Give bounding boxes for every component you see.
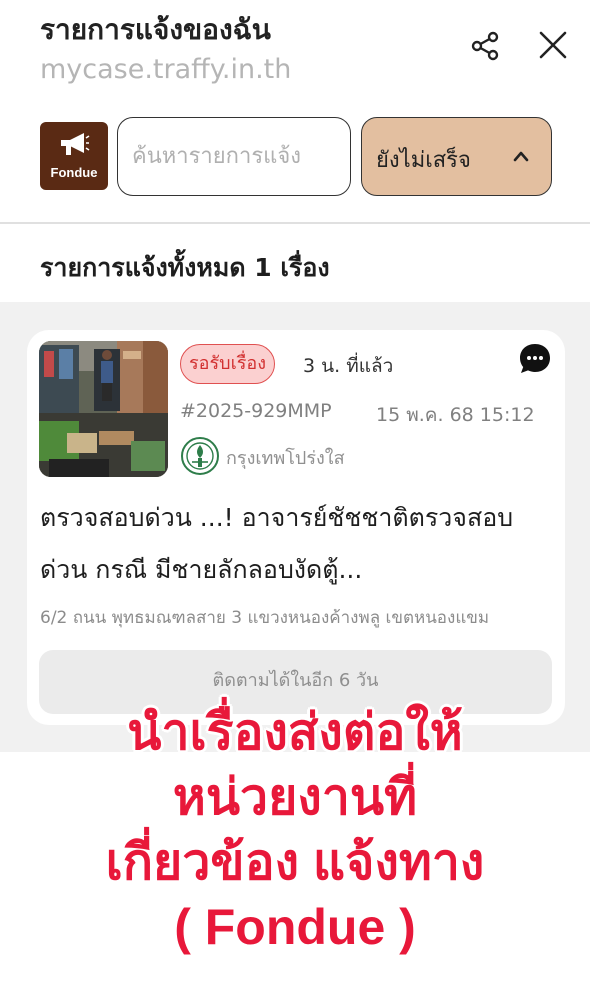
- case-card[interactable]: รอรับเรื่อง 3 น. ที่แล้ว #2025-929MMP 15…: [27, 330, 565, 725]
- overlay-line-1: นำเรื่องส่งต่อให้: [127, 704, 463, 760]
- header-divider: [0, 222, 590, 224]
- overlay-line-3: เกี่ยวข้อง แจ้งทาง: [105, 834, 485, 890]
- case-id: #2025-929MMP: [180, 400, 332, 422]
- chevron-up-icon: [512, 148, 530, 167]
- page-url: mycase.traffy.in.th: [40, 54, 292, 85]
- logo-label: Fondue: [50, 165, 98, 180]
- case-count-heading: รายการแจ้งทั้งหมด 1 เรื่อง: [40, 253, 330, 282]
- search-box[interactable]: [117, 117, 351, 196]
- megaphone-icon: [61, 133, 90, 155]
- close-icon[interactable]: [534, 26, 572, 64]
- bangkok-seal-icon: [180, 436, 220, 476]
- overlay-line-2: หน่วยงานที่: [172, 769, 418, 825]
- app-header: รายการแจ้งของฉัน mycase.traffy.in.th Fon…: [0, 0, 590, 222]
- page-title: รายการแจ้งของฉัน: [40, 13, 271, 46]
- search-input[interactable]: [118, 118, 350, 195]
- chat-bubble-icon[interactable]: [518, 342, 552, 376]
- fondue-logo[interactable]: Fondue: [40, 122, 108, 190]
- overlay-line-4: ( Fondue ): [174, 899, 416, 955]
- case-photo[interactable]: [39, 341, 168, 477]
- status-filter-dropdown[interactable]: ยังไม่เสร็จ: [361, 117, 552, 196]
- share-icon[interactable]: [468, 28, 504, 64]
- agency-name: กรุงเทพโปร่งใส: [226, 448, 345, 469]
- case-address: 6/2 ถนน พุทธมณฑลสาย 3 แขวงหนองค้างพลู เข…: [40, 608, 490, 628]
- overlay-caption: นำเรื่องส่งต่อให้ หน่วยงานที่ เกี่ยวข้อง…: [60, 700, 530, 960]
- status-badge: รอรับเรื่อง: [180, 344, 275, 384]
- case-date: 15 พ.ค. 68 15:12: [376, 404, 535, 426]
- case-description: ตรวจสอบด่วน ...! อาจารย์ชัชชาติตรวจสอบด่…: [40, 503, 514, 584]
- filter-label: ยังไม่เสร็จ: [376, 148, 471, 173]
- time-ago: 3 น. ที่แล้ว: [303, 355, 394, 377]
